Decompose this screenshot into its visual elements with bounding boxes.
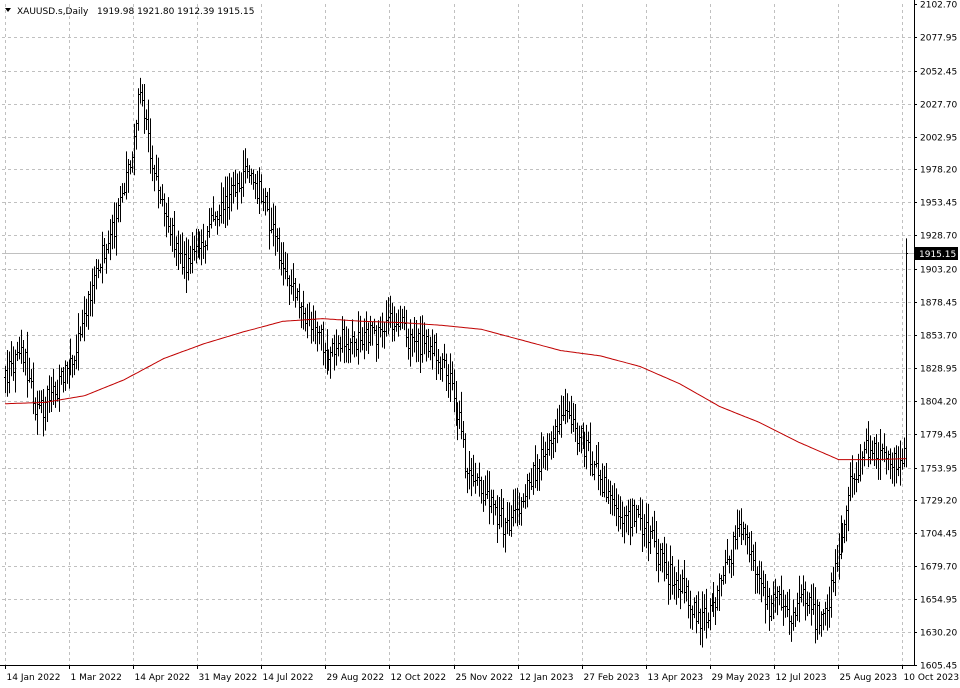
time-tick-label: 31 May 2022 (199, 673, 258, 683)
symbol-label: XAUUSD.s,Daily (17, 7, 89, 17)
time-tick-label: 13 Apr 2023 (648, 673, 704, 683)
time-tick-label: 25 Aug 2023 (840, 673, 898, 683)
price-tick-label: 1928.70 (920, 232, 957, 242)
price-tick-label: 1630.20 (920, 629, 957, 639)
price-box: 1915.15 (915, 247, 958, 260)
time-tick-label: 12 Jul 2023 (776, 673, 827, 683)
time-tick-label: 27 Feb 2023 (584, 673, 640, 683)
time-tick-label: 14 Jul 2022 (263, 673, 314, 683)
price-tick-label: 1804.20 (920, 398, 957, 408)
price-tick-label: 1654.95 (920, 596, 957, 606)
price-tick-label: 1753.95 (920, 465, 957, 475)
price-axis-labels: 2102.70 2077.95 2052.45 2027.70 2002.95 1978.… (920, 1, 957, 672)
ohlc-values: 1919.98 1921.80 1912.39 1915.15 (97, 7, 254, 17)
price-tick-label: 1729.20 (920, 497, 957, 507)
price-tick-label: 1679.70 (920, 563, 957, 573)
price-tick-label: 2027.70 (920, 101, 957, 111)
price-tick-label: 2102.70 (920, 1, 957, 11)
price-tick-label: 1779.45 (920, 431, 957, 441)
price-tick-label: 2052.45 (920, 68, 957, 78)
price-tick-label: 1853.70 (920, 332, 957, 342)
time-axis-labels: 14 Jan 2022 1 Mar 2022 14 Apr 2022 31 May 2… (7, 673, 960, 683)
time-tick-label: 14 Jan 2022 (7, 673, 61, 683)
price-tick-label: 1878.45 (920, 299, 957, 309)
time-tick-label: 10 Oct 2023 (904, 673, 960, 683)
price-tick-label: 1903.20 (920, 266, 957, 276)
price-chart[interactable]: 2102.70 2077.95 2052.45 2027.70 2002.95 1978.… (0, 0, 960, 688)
price-tick-label: 1605.45 (920, 662, 957, 672)
time-tick-label: 12 Oct 2022 (391, 673, 447, 683)
price-tick-label: 1978.20 (920, 166, 957, 176)
price-tick-label: 1953.45 (920, 199, 957, 209)
time-tick-label: 29 Aug 2022 (327, 673, 385, 683)
price-tick-label: 2002.95 (920, 134, 957, 144)
time-tick-label: 12 Jan 2023 (520, 673, 574, 683)
time-tick-label: 14 Apr 2022 (135, 673, 191, 683)
current-price-label: 1915.15 (919, 250, 956, 260)
price-tick-label: 2077.95 (920, 34, 957, 44)
price-tick-label: 1828.95 (920, 365, 957, 375)
time-tick-label: 25 Nov 2022 (456, 673, 514, 683)
price-tick-label: 1704.45 (920, 530, 957, 540)
chart-header: XAUUSD.s,Daily 1919.98 1921.80 1912.39 1… (5, 7, 254, 17)
time-tick-label: 29 May 2023 (712, 673, 771, 683)
time-tick-label: 1 Mar 2022 (71, 673, 122, 683)
